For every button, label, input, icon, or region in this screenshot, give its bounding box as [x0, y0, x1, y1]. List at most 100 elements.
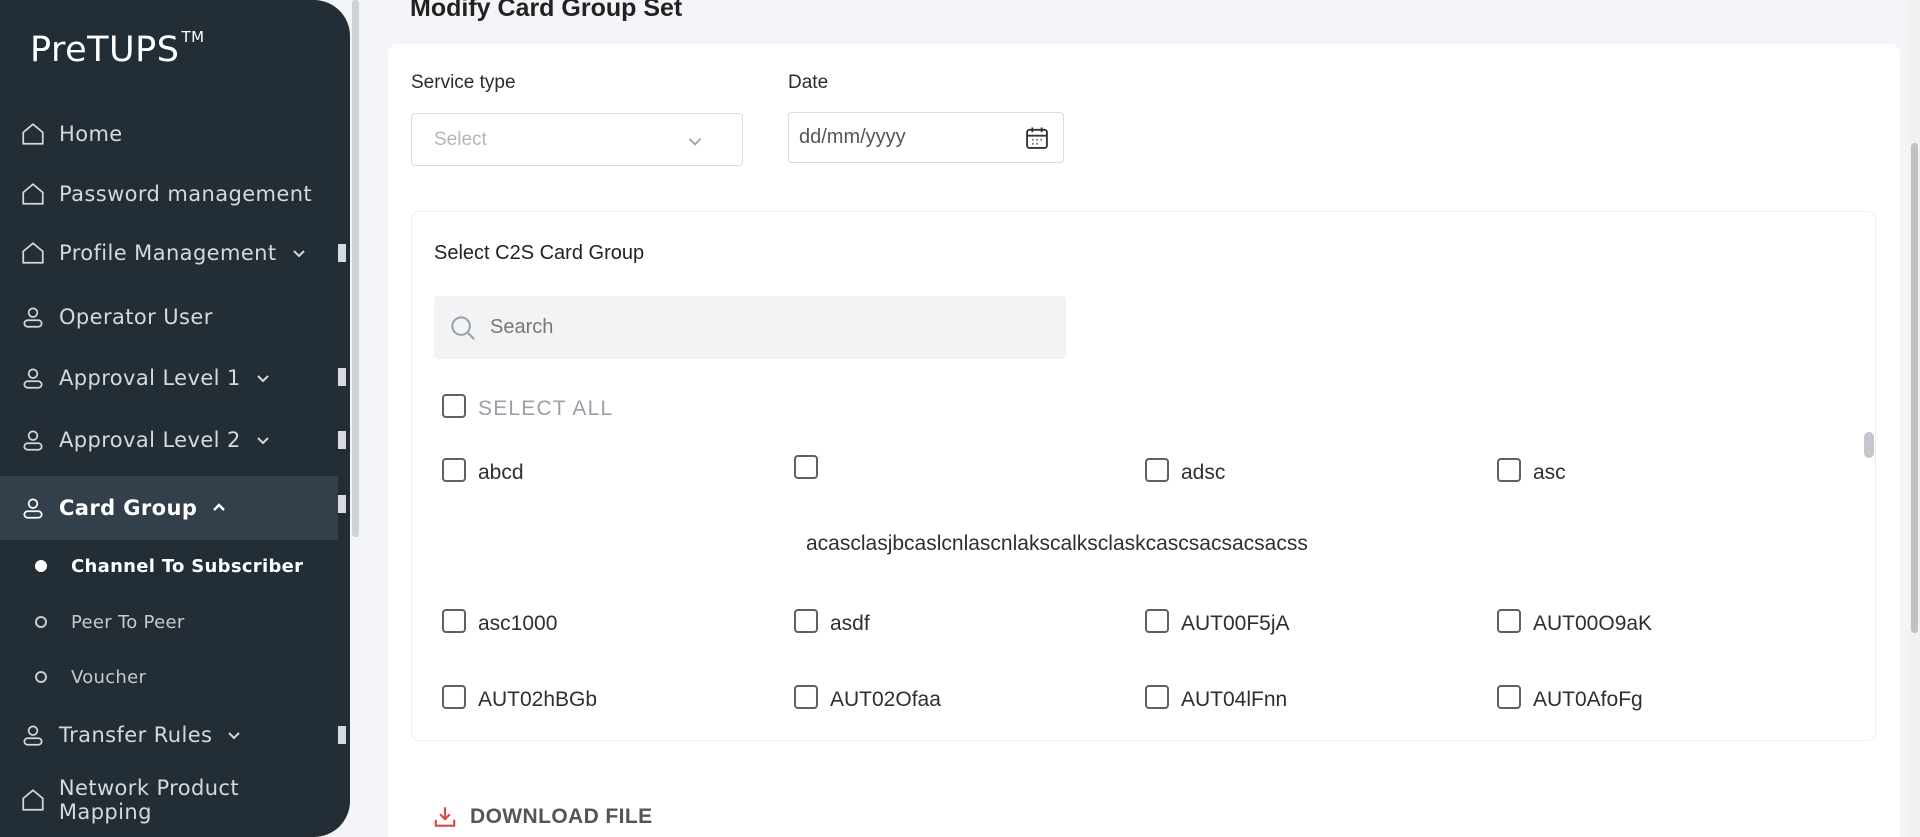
user-icon: [19, 426, 47, 454]
home-icon: [19, 120, 47, 148]
sidebar-item-label: Card Group: [59, 496, 198, 520]
card-group-option[interactable]: asdf: [794, 606, 870, 636]
sidebar-scroll-marker: [338, 368, 346, 386]
user-icon: [19, 494, 47, 522]
chevron-down-icon: [255, 432, 271, 448]
option-label: asc1000: [478, 612, 558, 635]
checkbox[interactable]: [442, 685, 466, 709]
select-all-label: SELECT ALL: [478, 397, 614, 420]
bullet-outline-icon: [35, 616, 47, 628]
card-group-title: Select C2S Card Group: [434, 242, 645, 264]
sidebar-item-label: Operator User: [59, 305, 213, 329]
option-label: AUT04lFnn: [1181, 688, 1288, 711]
sidebar-item-profile-management[interactable]: Profile Management: [0, 225, 338, 281]
card-group-option[interactable]: AUT02hBGb: [442, 682, 597, 712]
card-group-option[interactable]: AUT0AfoFg: [1497, 682, 1643, 712]
option-label: AUT0AfoFg: [1533, 688, 1643, 711]
sidebar-subitem-label: Voucher: [71, 666, 147, 688]
card-group-panel: [411, 211, 1876, 741]
checkbox[interactable]: [794, 685, 818, 709]
sidebar-scroll-marker: [338, 726, 346, 744]
bullet-filled-icon: [35, 560, 47, 572]
chevron-up-icon: [211, 500, 227, 516]
sidebar-item-label: Transfer Rules: [59, 723, 213, 747]
sidebar-item-home[interactable]: Home: [0, 106, 338, 162]
sidebar-item-label: Password management: [59, 182, 313, 206]
option-label: asc: [1533, 461, 1566, 484]
chevron-down-icon: [291, 245, 307, 261]
checkbox[interactable]: [1497, 609, 1521, 633]
card-group-option[interactable]: AUT00F5jA: [1145, 606, 1290, 636]
service-type-value: Select: [434, 128, 487, 150]
date-input[interactable]: [799, 126, 999, 149]
home-icon: [19, 786, 47, 814]
sidebar-item-operator-user[interactable]: Operator User: [0, 289, 338, 345]
card-group-option[interactable]: asc: [1497, 455, 1566, 485]
sidebar-item-label: Profile Management: [59, 241, 277, 265]
sidebar: PreTUPS TM Home Password management Profi…: [0, 0, 350, 837]
chevron-down-icon: [686, 132, 704, 156]
card-group-option[interactable]: AUT02Ofaa: [794, 682, 941, 712]
checkbox[interactable]: [1145, 685, 1169, 709]
card-group-option[interactable]: asc1000: [442, 606, 557, 636]
card-group-option[interactable]: [794, 455, 830, 479]
sidebar-item-password-management[interactable]: Password management: [0, 166, 338, 222]
card-group-option[interactable]: AUT04lFnn: [1145, 682, 1287, 712]
checkbox[interactable]: [1497, 685, 1521, 709]
sidebar-item-transfer-rules[interactable]: Transfer Rules: [0, 707, 338, 763]
card-group-search[interactable]: [434, 296, 1066, 359]
date-field[interactable]: [788, 112, 1064, 163]
user-icon: [19, 303, 47, 331]
checkbox[interactable]: [442, 609, 466, 633]
user-icon: [19, 364, 47, 392]
card-group-option[interactable]: abcd: [442, 455, 524, 485]
sidebar-item-label: Home: [59, 122, 123, 146]
card-group-scrollbar[interactable]: [1864, 432, 1874, 458]
sidebar-subitem-peer-to-peer[interactable]: Peer To Peer: [0, 602, 338, 642]
select-all-checkbox[interactable]: SELECT ALL: [442, 391, 613, 421]
option-label: adsc: [1181, 461, 1226, 484]
service-type-select[interactable]: Select: [411, 113, 743, 166]
sidebar-subitem-channel-to-subscriber[interactable]: Channel To Subscriber: [0, 546, 338, 586]
sidebar-item-approval-level-1[interactable]: Approval Level 1: [0, 350, 338, 406]
sidebar-item-label: Approval Level 1: [59, 366, 241, 390]
sidebar-scroll-marker: [338, 495, 346, 513]
sidebar-scroll-marker: [338, 244, 346, 262]
card-group-option[interactable]: adsc: [1145, 455, 1225, 485]
sidebar-scroll-marker: [338, 431, 346, 449]
option-label: AUT00F5jA: [1181, 612, 1290, 635]
user-icon: [19, 721, 47, 749]
checkbox[interactable]: [1145, 609, 1169, 633]
download-file-label: DOWNLOAD FILE: [470, 805, 653, 828]
option-label: asdf: [830, 612, 870, 635]
card-group-option[interactable]: AUT00O9aK: [1497, 606, 1652, 636]
option-label: AUT02hBGb: [478, 688, 598, 711]
bullet-outline-icon: [35, 671, 47, 683]
checkbox[interactable]: [794, 455, 818, 479]
home-icon: [19, 180, 47, 208]
app-logo[interactable]: PreTUPS TM: [30, 28, 205, 70]
sidebar-item-label: Approval Level 2: [59, 428, 241, 452]
chevron-down-icon: [226, 727, 242, 743]
page-scrollbar-thumb[interactable]: [1911, 143, 1918, 633]
calendar-icon[interactable]: [1023, 124, 1051, 152]
download-icon: [434, 807, 456, 827]
checkbox[interactable]: [442, 394, 466, 418]
sidebar-subitem-voucher[interactable]: Voucher: [0, 657, 338, 697]
search-input[interactable]: [490, 316, 1050, 339]
checkbox[interactable]: [442, 458, 466, 482]
service-type-label: Service type: [411, 72, 516, 93]
page-title: Modify Card Group Set: [410, 0, 683, 22]
checkbox[interactable]: [1145, 458, 1169, 482]
option-label-long: acasclasjbcaslcnlascnlakscalksclaskcascs…: [806, 532, 1308, 555]
checkbox[interactable]: [1497, 458, 1521, 482]
download-file-button[interactable]: DOWNLOAD FILE: [432, 804, 653, 830]
sidebar-item-approval-level-2[interactable]: Approval Level 2: [0, 412, 338, 468]
chevron-down-icon: [255, 370, 271, 386]
sidebar-item-card-group[interactable]: Card Group: [0, 476, 338, 540]
sidebar-item-network-product-mapping[interactable]: Network Product Mapping: [0, 772, 338, 828]
home-icon: [19, 239, 47, 267]
sidebar-scrollbar[interactable]: [352, 0, 359, 537]
option-label: AUT00O9aK: [1533, 612, 1653, 635]
checkbox[interactable]: [794, 609, 818, 633]
